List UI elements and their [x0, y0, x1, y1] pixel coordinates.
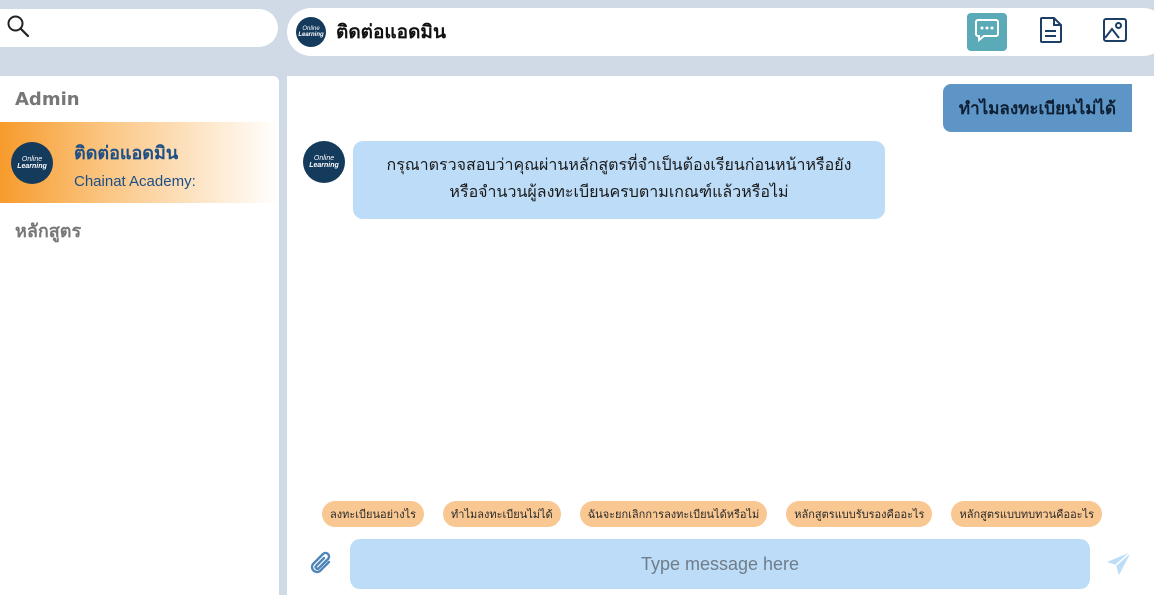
contact-subtitle: Chainat Academy:	[74, 172, 196, 190]
quick-reply-chip[interactable]: หลักสูตรแบบรับรองคืออะไร	[786, 501, 933, 527]
chat-icon	[974, 17, 1000, 47]
incoming-message: Online Learning กรุณาตรวจสอบว่าคุณผ่านหล…	[303, 141, 885, 219]
send-icon[interactable]	[1105, 550, 1133, 582]
section-label-courses[interactable]: หลักสูตร	[0, 216, 81, 245]
quick-reply-chip[interactable]: ฉันจะยกเลิกการลงทะเบียนได้หรือไม่	[579, 501, 768, 527]
paperclip-icon[interactable]	[309, 550, 335, 582]
chat-header: Online Learning ติดต่อแอดมิน	[287, 8, 1154, 56]
document-icon	[1038, 16, 1064, 48]
chat-panel: ทำไมลงทะเบียนไม่ได้ Online Learning กรุณ…	[287, 76, 1154, 595]
search-icon[interactable]	[6, 14, 30, 42]
message-input[interactable]	[350, 539, 1090, 589]
logo-text-bottom: Learning	[298, 32, 324, 38]
document-tab-button[interactable]	[1031, 13, 1071, 51]
contact-name: ติดต่อแอดมิน	[74, 142, 179, 164]
chat-tab-button[interactable]	[967, 13, 1007, 51]
section-label-admin: Admin	[15, 89, 80, 110]
logo-text-bottom: Learning	[17, 162, 47, 170]
outgoing-message: ทำไมลงทะเบียนไม่ได้	[942, 84, 1132, 132]
quick-reply-chip[interactable]: ทำไมลงทะเบียนไม่ได้	[443, 501, 561, 527]
avatar: Online Learning	[11, 141, 53, 184]
logo-text-bottom: Learning	[309, 162, 339, 169]
image-tab-button[interactable]	[1095, 13, 1135, 51]
quick-reply-chip[interactable]: หลักสูตรแบบทบทวนคืออะไร	[951, 501, 1103, 527]
incoming-message-line: กรุณาตรวจสอบว่าคุณผ่านหลักสูตรที่จำเป็นต…	[386, 155, 852, 174]
image-icon	[1102, 17, 1128, 47]
logo-text-top: Online	[21, 155, 43, 163]
logo-text-top: Online	[313, 155, 335, 162]
quick-reply-chip[interactable]: ลงทะเบียนอย่างไร	[322, 501, 425, 527]
header-tools	[967, 13, 1135, 51]
quick-replies: ลงทะเบียนอย่างไร ทำไมลงทะเบียนไม่ได้ ฉัน…	[322, 501, 1103, 527]
sidebar-item-contact-admin[interactable]: Online Learning ติดต่อแอดมิน Chainat Aca…	[0, 122, 279, 203]
search-input[interactable]	[38, 19, 258, 37]
incoming-message-line: หรือจำนวนผู้ลงทะเบียนครบตามเกณฑ์แล้วหรือ…	[449, 182, 789, 201]
avatar: Online Learning	[303, 141, 345, 183]
sidebar: Admin Online Learning ติดต่อแอดมิน Chain…	[0, 76, 279, 595]
search-box[interactable]	[0, 9, 278, 47]
incoming-message-bubble: กรุณาตรวจสอบว่าคุณผ่านหลักสูตรที่จำเป็นต…	[353, 141, 885, 219]
online-learning-logo: Online Learning	[296, 17, 326, 47]
chat-title: ติดต่อแอดมิน	[336, 21, 446, 43]
